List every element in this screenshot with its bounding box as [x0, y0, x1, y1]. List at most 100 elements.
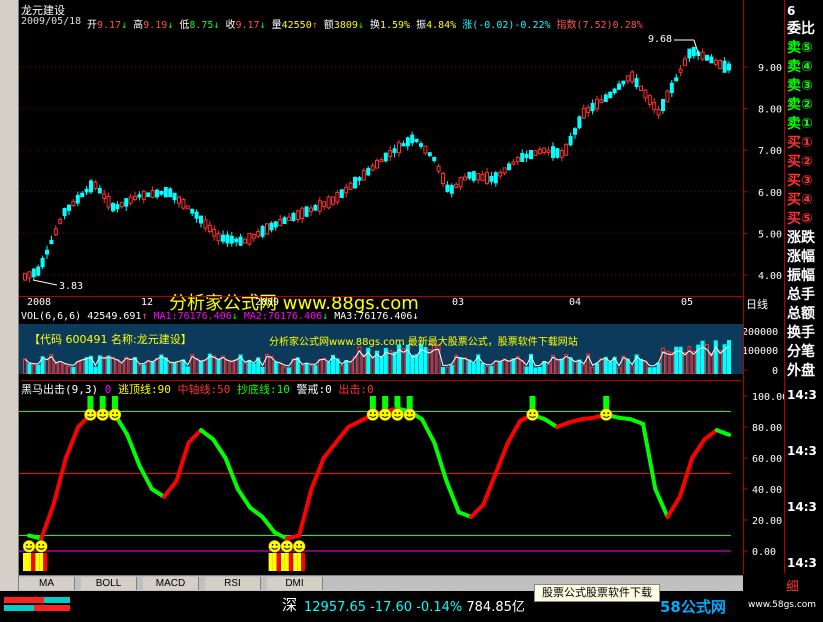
- candle-body: [335, 191, 340, 203]
- volume-bar: [172, 362, 177, 374]
- candle-body: [551, 146, 555, 158]
- volume-bar: [159, 354, 164, 374]
- volume-bar: [603, 356, 608, 374]
- vol-ma2-arrow: ↓: [322, 311, 329, 322]
- bottom-signal-bar: [293, 553, 298, 571]
- indicator-segment: [505, 418, 523, 445]
- candle-body: [124, 198, 129, 207]
- candle-body: [718, 59, 723, 70]
- smiley-icon: [378, 408, 392, 421]
- volume-bar: [379, 355, 384, 374]
- indicator-segment: [665, 494, 682, 519]
- candle-body: [661, 98, 665, 112]
- volume-bar: [498, 361, 503, 374]
- candle-body: [190, 208, 195, 214]
- candle-body: [203, 219, 208, 229]
- quote-line: 开9.17↓ 高9.19↓ 低8.75↓ 收9.17↓ 量42550↑ 额380…: [87, 16, 643, 31]
- candle-body: [603, 94, 608, 102]
- tab-macd[interactable]: MACD: [143, 577, 199, 590]
- candle-body: [243, 238, 247, 244]
- candle-body: [471, 171, 476, 181]
- candle-body: [168, 188, 173, 198]
- candle-body: [137, 194, 142, 198]
- candle-body: [511, 161, 516, 165]
- bottom-signal-bar: [284, 553, 289, 571]
- indicator-segment: [334, 425, 351, 445]
- volume-bar: [608, 361, 613, 374]
- quote-panel-item: 换手: [787, 325, 815, 341]
- candle-body: [476, 173, 481, 181]
- candle-body: [106, 195, 111, 208]
- promo-banner[interactable]: 股票公式股票软件下载: [534, 584, 660, 602]
- site-url[interactable]: www.58gs.com: [748, 600, 816, 610]
- price-tick-label: 6.00: [758, 188, 782, 199]
- indicator-segment: [235, 487, 253, 510]
- volume-bar: [727, 340, 731, 374]
- tab-boll[interactable]: BOLL: [81, 577, 137, 590]
- price-tick-label: 5.00: [758, 229, 782, 240]
- quote-panel[interactable]: 6 委比 卖⑤ 卖④ 卖③ 卖② 卖① 买① 买② 买③ 买④ 买⑤ 涨跌 涨幅 振幅 总手 总额 换手 分笔 外盘…: [784, 0, 823, 574]
- candle-body: [31, 268, 36, 278]
- candle-body: [317, 200, 322, 212]
- candle-body: [199, 215, 203, 224]
- candle-body: [533, 150, 538, 156]
- indicator-segment: [481, 471, 498, 507]
- site-logo[interactable]: 58公式网: [660, 596, 726, 617]
- period-label[interactable]: 日线: [746, 296, 768, 312]
- candle-body: [102, 193, 107, 199]
- candle-body: [212, 228, 217, 237]
- candle-body: [537, 149, 542, 155]
- smiley-icon: [292, 540, 306, 553]
- candle-body: [75, 194, 80, 204]
- bottom-signal-bar: [39, 553, 44, 571]
- tab-ma[interactable]: MA: [19, 577, 75, 590]
- candle-body: [520, 153, 525, 162]
- candle-body: [150, 190, 155, 199]
- candle-body: [260, 226, 265, 237]
- candle-body: [295, 210, 300, 221]
- quote-panel-item: 卖②: [787, 97, 813, 113]
- candle-body: [419, 143, 423, 147]
- bottom-signal-bar: [23, 553, 27, 571]
- candle-body: [36, 266, 41, 276]
- candle-body: [269, 222, 274, 231]
- volume-bar: [392, 351, 397, 374]
- tab-rsi[interactable]: RSI: [205, 577, 261, 590]
- indicator-tick-label: 40.00: [752, 485, 782, 496]
- candle-body: [656, 108, 661, 116]
- quote-panel-item: 买④: [787, 192, 813, 208]
- candle-body: [722, 60, 727, 73]
- candle-body: [287, 216, 291, 221]
- candle-body: [80, 192, 85, 198]
- indicator-chart[interactable]: [19, 393, 743, 573]
- candle-body: [361, 170, 366, 181]
- volume-banner-left: 【代码 600491 名称:龙元建设】: [29, 333, 192, 346]
- axis-ticks-svg: 9.00 8.00 7.00 6.00 5.00 4.00 200000 100000 0 100…: [744, 63, 784, 558]
- volume-banner-right: 分析家公式网www.88gs.com 最新最大股票公式，股票软件下载网站: [269, 337, 578, 348]
- candle-body: [388, 150, 393, 158]
- candle-body: [542, 147, 547, 153]
- candle-body: [353, 177, 357, 189]
- indicator-segment: [137, 463, 154, 491]
- candle-body: [89, 180, 93, 193]
- volume-bar: [71, 366, 76, 374]
- volume-bar: [344, 360, 349, 374]
- bottom-signal-bar: [297, 553, 302, 571]
- candle-body: [326, 196, 331, 209]
- tab-dmi[interactable]: DMI: [267, 577, 323, 590]
- bottom-signal-bar: [268, 553, 273, 571]
- smiley-icon: [526, 408, 539, 421]
- candle-body: [58, 219, 63, 224]
- candle-body: [357, 177, 362, 181]
- volume-bar: [260, 366, 265, 374]
- volume-bar: [652, 367, 657, 374]
- candle-body: [234, 238, 239, 243]
- candle-body: [344, 186, 349, 194]
- date-label-03: 03: [452, 297, 465, 308]
- candle-body: [713, 59, 718, 65]
- smiley-icon: [403, 408, 416, 421]
- candle-body: [485, 172, 489, 185]
- price-chart[interactable]: 9.68 3.83: [19, 30, 743, 296]
- candle-body: [555, 148, 560, 158]
- chart-area[interactable]: 龙元建设 2009/05/18 开9.17↓ 高9.19↓ 低8.75↓ 收9.…: [19, 0, 743, 574]
